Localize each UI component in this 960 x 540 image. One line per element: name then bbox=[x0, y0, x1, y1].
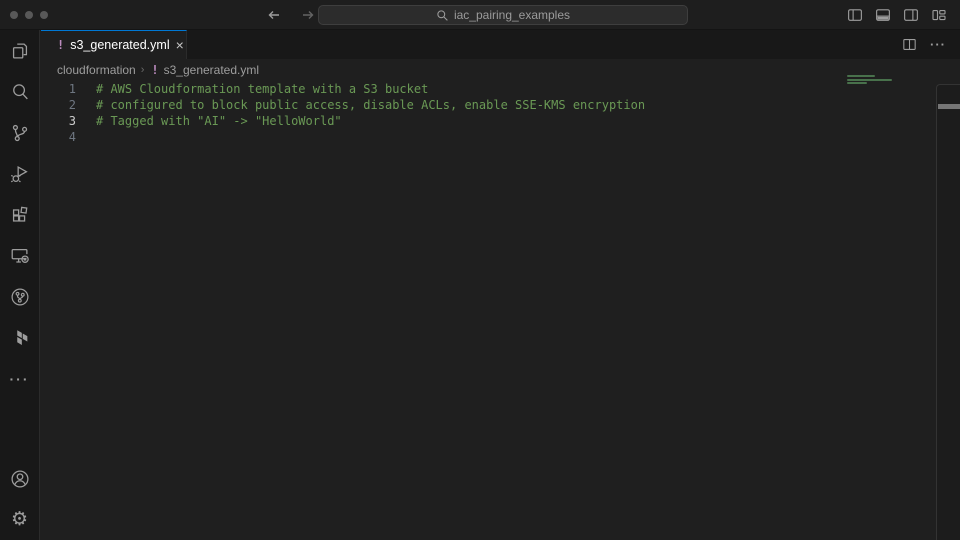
line-content: # AWS Cloudformation template with a S3 … bbox=[76, 81, 428, 97]
extensions-icon[interactable] bbox=[0, 194, 40, 235]
editor-actions: ··· bbox=[901, 30, 960, 59]
line-content: # configured to block public access, dis… bbox=[76, 97, 645, 113]
tab-label: s3_generated.yml bbox=[70, 38, 169, 52]
modified-indicator-icon: ! bbox=[57, 38, 64, 52]
breadcrumb-folder[interactable]: cloudformation bbox=[57, 63, 136, 77]
toggle-secondary-sidebar-icon[interactable] bbox=[901, 6, 920, 25]
minimap-line bbox=[847, 79, 892, 81]
git-graph-icon[interactable] bbox=[0, 276, 40, 317]
settings-gear-icon[interactable]: ⚙ bbox=[0, 499, 40, 540]
command-center-text: iac_pairing_examples bbox=[454, 8, 570, 22]
command-center-search[interactable]: iac_pairing_examples bbox=[318, 5, 688, 25]
tab-s3-generated-yml[interactable]: ! s3_generated.yml × bbox=[41, 30, 187, 59]
code-line-4: 4 bbox=[41, 129, 960, 145]
accounts-icon[interactable] bbox=[0, 458, 40, 499]
zoom-window-button[interactable] bbox=[40, 11, 48, 19]
cursor-position-marker bbox=[938, 104, 960, 109]
run-and-debug-icon[interactable] bbox=[0, 153, 40, 194]
line-content bbox=[76, 129, 96, 145]
code-editor[interactable]: 1 # AWS Cloudformation template with a S… bbox=[41, 81, 960, 540]
code-line-2: 2 # configured to block public access, d… bbox=[41, 97, 960, 113]
code-line-3: 3 # Tagged with "AI" -> "HelloWorld" bbox=[41, 113, 960, 129]
line-number: 2 bbox=[41, 97, 76, 113]
line-content: # Tagged with "AI" -> "HelloWorld" bbox=[76, 113, 342, 129]
minimap-line bbox=[847, 82, 867, 84]
remote-explorer-icon[interactable] bbox=[0, 235, 40, 276]
chevron-right-icon: › bbox=[141, 64, 145, 76]
search-icon bbox=[436, 9, 449, 22]
toggle-primary-sidebar-icon[interactable] bbox=[845, 6, 864, 25]
customize-layout-icon[interactable] bbox=[929, 6, 948, 25]
close-tab-icon[interactable]: × bbox=[176, 37, 184, 53]
split-editor-icon[interactable] bbox=[901, 36, 918, 53]
source-control-icon[interactable] bbox=[0, 112, 40, 153]
minimize-window-button[interactable] bbox=[25, 11, 33, 19]
more-actions-icon[interactable]: ··· bbox=[930, 37, 946, 52]
more-views-icon[interactable]: ··· bbox=[0, 358, 40, 399]
terraform-icon[interactable] bbox=[0, 317, 40, 358]
line-number: 4 bbox=[41, 129, 76, 145]
minimap-line bbox=[847, 75, 875, 77]
code-line-1: 1 # AWS Cloudformation template with a S… bbox=[41, 81, 960, 97]
search-view-icon[interactable] bbox=[0, 71, 40, 112]
line-number: 1 bbox=[41, 81, 76, 97]
explorer-icon[interactable] bbox=[0, 30, 40, 71]
back-arrow-icon[interactable] bbox=[264, 5, 284, 25]
layout-controls bbox=[845, 0, 948, 30]
breadcrumb-file[interactable]: s3_generated.yml bbox=[164, 63, 259, 77]
vscode-window: iac_pairing_examples bbox=[0, 0, 960, 540]
close-window-button[interactable] bbox=[10, 11, 18, 19]
toggle-panel-icon[interactable] bbox=[873, 6, 892, 25]
titlebar: iac_pairing_examples bbox=[0, 0, 960, 30]
minimap[interactable] bbox=[847, 75, 897, 195]
activity-bar: ··· ⚙ bbox=[0, 30, 40, 540]
forward-arrow-icon[interactable] bbox=[298, 5, 318, 25]
breadcrumb: cloudformation › ! s3_generated.yml bbox=[41, 59, 960, 81]
traffic-lights bbox=[10, 11, 48, 19]
line-number: 3 bbox=[41, 113, 76, 129]
overview-ruler[interactable] bbox=[936, 84, 960, 540]
tab-bar: ! s3_generated.yml × ··· bbox=[41, 30, 960, 59]
file-modified-indicator-icon: ! bbox=[151, 63, 158, 77]
history-navigation bbox=[264, 0, 318, 30]
